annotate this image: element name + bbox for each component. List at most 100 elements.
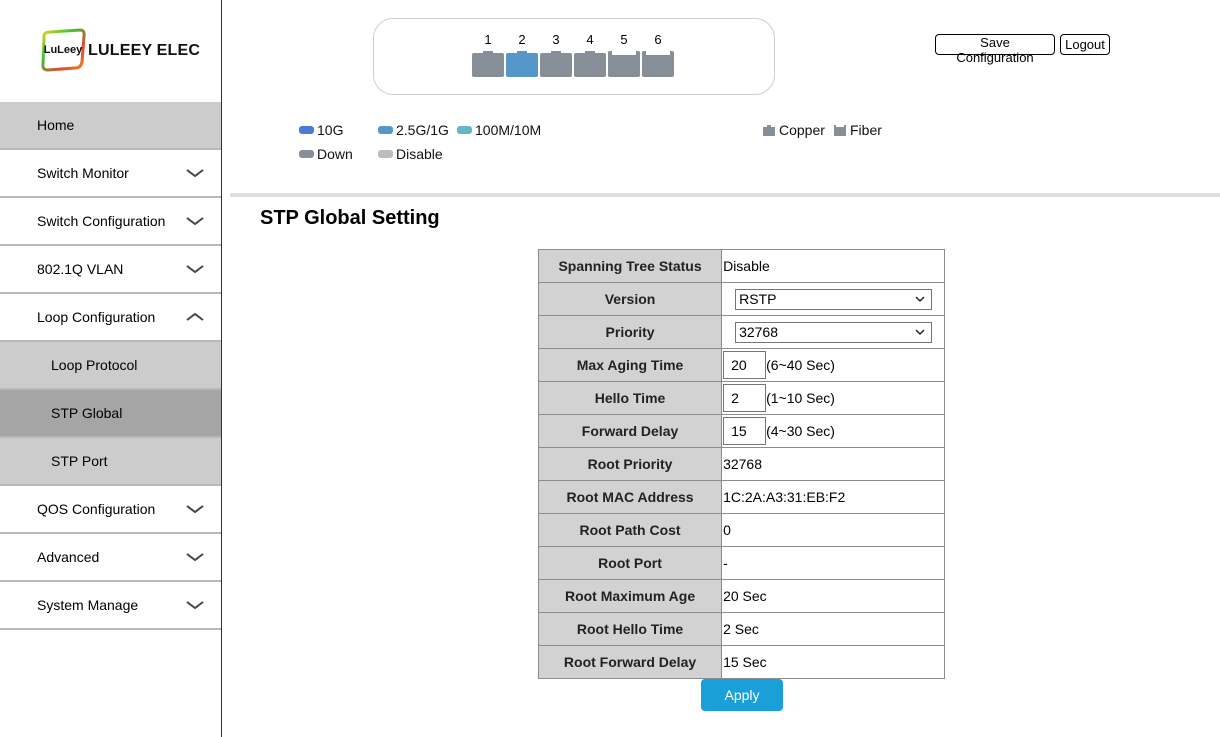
sidebar-item-loop-configuration[interactable]: Loop Configuration [0,294,221,342]
port-3[interactable]: 3 [540,33,572,77]
port-panel: 1 2 3 4 5 6 [373,18,775,95]
table-row: Root Maximum Age 20 Sec [537,579,945,613]
chevron-down-icon [915,295,925,302]
sidebar-item-label: STP Port [51,453,108,469]
field-label: Root MAC Address [537,480,723,514]
legend-swatch [457,126,472,134]
sidebar-item-label: Switch Configuration [37,213,166,229]
port-number: 4 [586,32,594,47]
port-number: 5 [620,32,628,47]
fiber-port-icon [834,124,846,136]
field-label: Forward Delay [537,414,723,448]
version-select[interactable]: RSTP [735,288,933,310]
sidebar: LuLeey LULEEY ELEC Home Switch Monitor S… [0,0,222,737]
logo-badge-text: LuLeey [44,44,83,56]
chevron-down-icon [186,505,204,514]
root-forward-delay-value: 15 Sec [721,645,945,679]
port-6[interactable]: 6 [642,33,674,77]
root-port-value: - [721,546,945,580]
forward-delay-input[interactable]: 15 [723,417,767,445]
chevron-down-icon [186,601,204,610]
luleey-logo-icon: LuLeey [41,28,86,72]
sidebar-item-label: Home [37,117,75,133]
legend-label: 100M/10M [475,122,542,138]
field-label: Root Priority [537,447,723,481]
root-hello-time-value: 2 Sec [721,612,945,646]
table-row: Hello Time 2 (1~10 Sec) [537,381,945,415]
port-2[interactable]: 2 [506,33,538,77]
legend-label: Disable [396,146,443,162]
copper-port-icon [540,51,572,77]
field-label: Root Maximum Age [537,579,723,613]
brand-logo: LuLeey LULEEY ELEC [0,0,221,102]
legend-label: Fiber [850,122,882,138]
legend-100m: 100M/10M [457,122,541,138]
chevron-down-icon [915,328,925,335]
legend-swatch [378,150,393,158]
sidebar-item-system-manage[interactable]: System Manage [0,582,221,630]
field-label: Version [537,282,723,316]
table-row: Root Port - [537,546,945,580]
header-divider [230,193,1220,197]
legend-label: 2.5G/1G [396,122,449,138]
port-5[interactable]: 5 [608,33,640,77]
legend-swatch [299,126,314,134]
brand-name: LULEEY ELEC [88,42,201,59]
field-label: Root Hello Time [537,612,723,646]
sidebar-item-label: Advanced [37,549,100,565]
max-aging-time-input[interactable]: 20 [723,351,767,379]
field-hint: (4~30 Sec) [766,423,835,439]
page-title: STP Global Setting [260,207,440,229]
sidebar-item-home[interactable]: Home [0,102,221,150]
save-configuration-button[interactable]: Save Configuration [935,34,1055,65]
logout-button[interactable]: Logout [1060,34,1110,55]
sidebar-item-loop-protocol[interactable]: Loop Protocol [0,342,221,390]
priority-selected-value: 32768 [739,324,779,340]
sidebar-item-stp-global[interactable]: STP Global [0,390,221,438]
legend-copper: Copper [763,122,825,138]
hello-time-input[interactable]: 2 [723,384,767,412]
chevron-down-icon [186,265,204,274]
port-4[interactable]: 4 [574,33,606,77]
legend-label: 10G [317,122,344,138]
root-priority-value: 32768 [721,447,945,481]
sidebar-item-label: QOS Configuration [37,501,156,517]
table-row: Root Priority 32768 [537,447,945,481]
field-label: Priority [537,315,723,349]
version-selected-value: RSTP [739,291,777,307]
table-row: Forward Delay 15 (4~30 Sec) [537,414,945,448]
sidebar-item-switch-monitor[interactable]: Switch Monitor [0,150,221,198]
legend-label: Copper [779,122,825,138]
sidebar-item-qos-configuration[interactable]: QOS Configuration [0,486,221,534]
sidebar-item-advanced[interactable]: Advanced [0,534,221,582]
sidebar-item-label: System Manage [37,597,139,613]
field-label: Root Path Cost [537,513,723,547]
chevron-down-icon [186,169,204,178]
legend-down: Down [299,146,353,162]
sidebar-item-switch-configuration[interactable]: Switch Configuration [0,198,221,246]
copper-port-icon [574,51,606,77]
table-row: Root MAC Address 1C:2A:A3:31:EB:F2 [537,480,945,514]
table-row: Spanning Tree Status Disable [537,249,945,283]
port-number: 3 [552,32,560,47]
legend-fiber: Fiber [834,122,882,138]
table-row: Priority 32768 [537,315,945,349]
sidebar-item-stp-port[interactable]: STP Port [0,438,221,486]
root-mac-value: 1C:2A:A3:31:EB:F2 [721,480,945,514]
copper-port-icon [472,51,504,77]
stp-global-table: Spanning Tree Status Disable Version RST… [537,249,945,679]
field-hint: (6~40 Sec) [766,357,835,373]
legend-swatch [299,150,314,158]
port-1[interactable]: 1 [472,33,504,77]
legend-2-5g: 2.5G/1G [378,122,449,138]
apply-button[interactable]: Apply [701,679,783,711]
sidebar-item-label: Loop Protocol [51,357,138,373]
sidebar-item-label: 802.1Q VLAN [37,261,124,277]
field-label: Hello Time [537,381,723,415]
field-label: Max Aging Time [537,348,723,382]
priority-select[interactable]: 32768 [735,321,933,343]
field-label: Root Port [537,546,723,580]
legend-10g: 10G [299,122,343,138]
sidebar-item-vlan[interactable]: 802.1Q VLAN [0,246,221,294]
legend-label: Down [317,146,353,162]
